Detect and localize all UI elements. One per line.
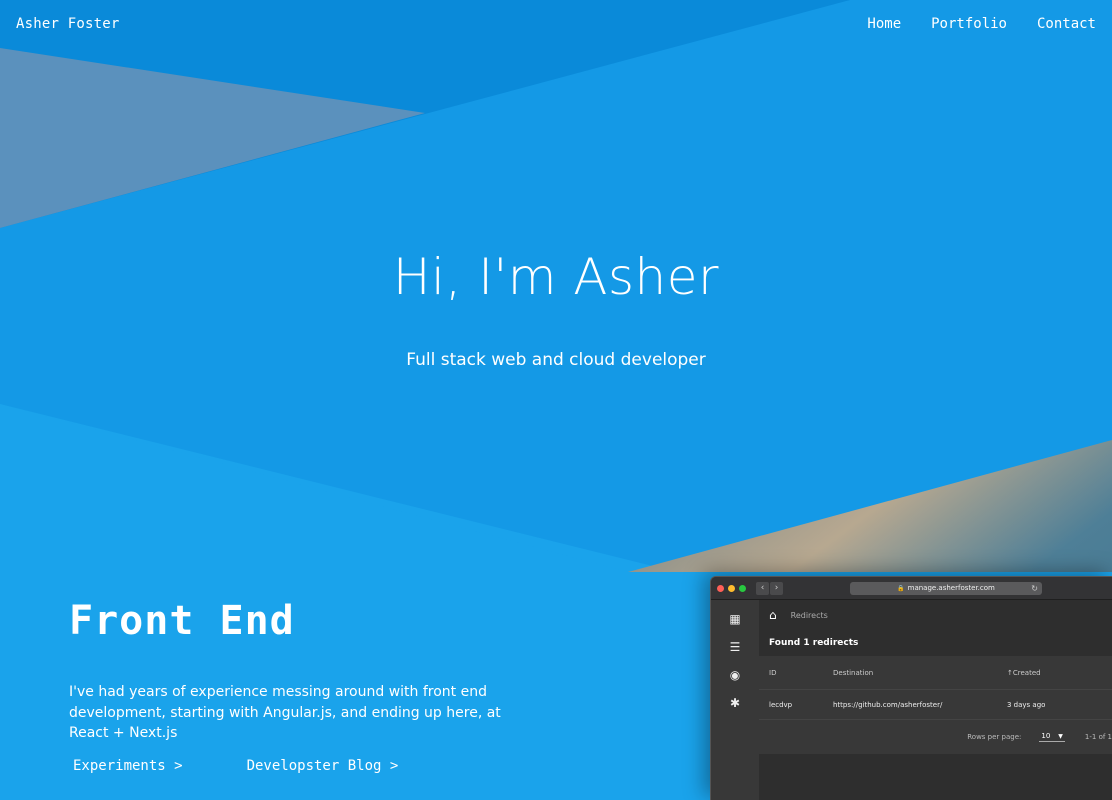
window-titlebar: ‹ › 🔒 manage.asherfoster.com ↻ [711, 577, 1112, 600]
rows-per-page-select: 10 ▼ [1039, 732, 1065, 742]
hero-subtitle: Full stack web and cloud developer [406, 350, 706, 370]
close-dot-icon [717, 584, 724, 592]
list-icon: ☰ [729, 640, 741, 654]
address-text: manage.asherfoster.com [907, 584, 995, 592]
column-header-created: ↑Created [1007, 669, 1067, 677]
table-row: lecdvp https://github.com/asherfoster/ 3… [759, 690, 1112, 720]
nav-link-portfolio[interactable]: Portfolio [931, 16, 1007, 32]
rows-per-page-label: Rows per page: [967, 733, 1022, 741]
lock-icon: 🔒 [897, 584, 905, 592]
cell-created: 3 days ago [1007, 700, 1046, 709]
address-bar: 🔒 manage.asherfoster.com ↻ [850, 581, 1042, 595]
browser-nav-buttons: ‹ › [756, 581, 784, 595]
brand-name[interactable]: Asher Foster [16, 16, 120, 32]
nav-link-contact[interactable]: Contact [1037, 16, 1096, 32]
back-icon: ‹ [756, 581, 769, 595]
cell-id: lecdvp [769, 700, 793, 709]
maximize-dot-icon [739, 584, 746, 592]
dashboard-icon: ▦ [729, 612, 741, 626]
account-circle-icon: ◉ [729, 668, 741, 682]
table-header: ID Destination ↑Created [759, 656, 1112, 690]
window-body: ▦ ☰ ◉ ✱ ⌂ Redirects Found 1 redirects ID… [711, 600, 1112, 800]
minimize-dot-icon [728, 584, 735, 592]
redirects-table: ID Destination ↑Created lecdvp https://g… [759, 656, 1112, 754]
column-header-id: ID [769, 668, 777, 677]
reload-icon: ↻ [1031, 583, 1038, 593]
rows-per-page-value: 10 [1041, 732, 1051, 740]
cell-destination: https://github.com/asherfoster/ [833, 700, 943, 709]
nav-link-home[interactable]: Home [867, 16, 901, 32]
nav-links: Home Portfolio Contact [867, 16, 1096, 32]
dropdown-caret-icon: ▼ [1058, 733, 1063, 740]
developster-blog-link[interactable]: Developster Blog > [247, 758, 399, 774]
bug-icon: ✱ [729, 696, 741, 710]
hero-title: Hi, I'm Asher [392, 248, 720, 306]
pagination-text: 1-1 of 1 [1084, 733, 1112, 741]
front-end-description: I've had years of experience messing aro… [69, 684, 501, 741]
found-count: Found 1 redirects [769, 638, 859, 648]
column-header-destination: Destination [833, 668, 874, 677]
table-footer: Rows per page: 10 ▼ 1-1 of 1 [759, 720, 1112, 754]
front-end-links: Experiments > Developster Blog > [73, 758, 398, 774]
front-end-heading: Front End [69, 598, 295, 644]
created-label: Created [1012, 668, 1041, 677]
forward-icon: › [770, 581, 783, 595]
mock-main: ⌂ Redirects Found 1 redirects ID Destina… [759, 600, 1112, 800]
experiments-link[interactable]: Experiments > [73, 758, 183, 774]
app-screenshot-window: ‹ › 🔒 manage.asherfoster.com ↻ ▦ ☰ ◉ ✱ ⌂… [710, 576, 1112, 800]
top-nav: Asher Foster Home Portfolio Contact [0, 0, 1112, 48]
home-icon: ⌂ [769, 608, 777, 622]
mock-sidebar: ▦ ☰ ◉ ✱ [711, 600, 759, 800]
breadcrumb-label: Redirects [790, 610, 828, 620]
mock-breadcrumb: ⌂ Redirects [759, 600, 1112, 630]
